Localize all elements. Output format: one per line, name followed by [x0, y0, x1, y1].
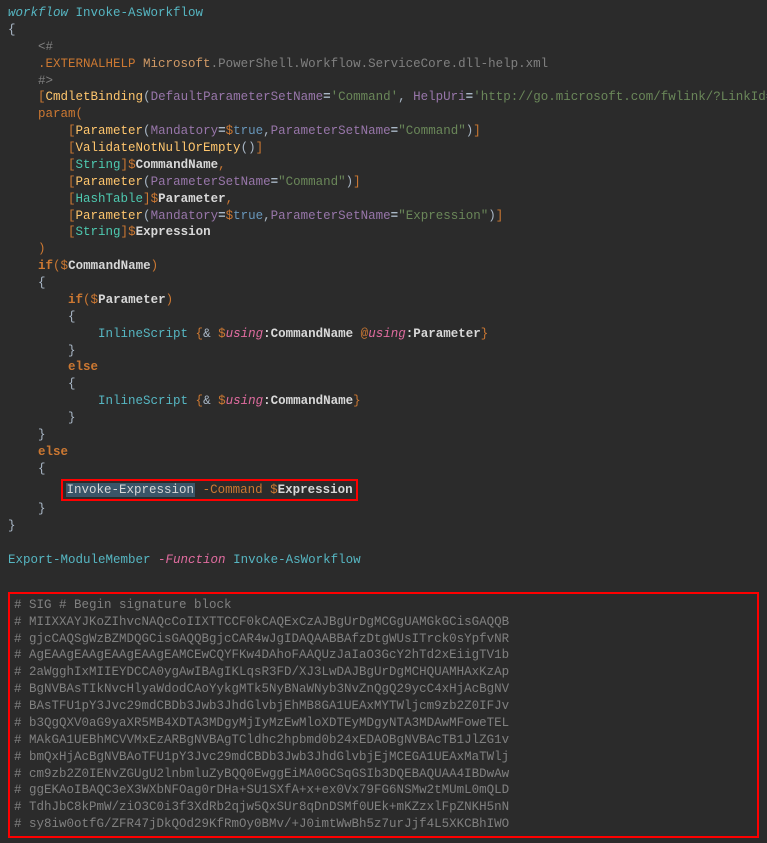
var3: [String]$Expression [8, 224, 759, 241]
comment-close: #> [8, 73, 759, 90]
sig-line: # cm9zb2Z0IENvZGUgU2lnbmluZyBQQ0EwggEiMA… [14, 766, 753, 783]
cmdletbinding-line: [CmdletBinding(DefaultParameterSetName='… [8, 89, 759, 106]
sig-line: # AgEAAgEAAgEAAgEAAgEAMCEwCQYFKw4DAhoFAA… [14, 647, 753, 664]
sig-line: # ggEKAoIBAQC3eX3WXbNFOag0rDHa+SU1SXfA+x… [14, 782, 753, 799]
export-line: Export-ModuleMember -Function Invoke-AsW… [8, 552, 759, 569]
if2: if($Parameter) [8, 292, 759, 309]
param-close: ) [8, 241, 759, 258]
else1: else [8, 359, 759, 376]
blank [8, 535, 759, 552]
sig-line: # MAkGA1UEBhMCVVMxEzARBgNVBAgTCldhc2hpbm… [14, 732, 753, 749]
brace: } [8, 410, 759, 427]
workflow-keyword: workflow [8, 6, 68, 20]
if1: if($CommandName) [8, 258, 759, 275]
sig-line: # MIIXXAYJKoZIhvcNAQcCoIIXTTCCF0kCAQExCz… [14, 614, 753, 631]
brace: } [8, 343, 759, 360]
brace: } [8, 427, 759, 444]
line-workflow-decl: workflow Invoke-AsWorkflow [8, 5, 759, 22]
brace: } [8, 501, 759, 518]
blank [8, 569, 759, 586]
sig-line: # BAsTFU1pY3Jvc29mdCBDb3Jwb3JhdGlvbjEhMB… [14, 698, 753, 715]
sig-line: # sy8iw0otfG/ZFR47jDkQOd29KfRmOy0BMv/+J0… [14, 816, 753, 833]
sig-line: # SIG # Begin signature block [14, 597, 753, 614]
var2: [HashTable]$Parameter, [8, 191, 759, 208]
comment-external: .EXTERNALHELP Microsoft.PowerShell.Workf… [8, 56, 759, 73]
brace-open: { [8, 22, 759, 39]
inline2: InlineScript {& $using:CommandName} [8, 393, 759, 410]
var1: [String]$CommandName, [8, 157, 759, 174]
brace-close: } [8, 518, 759, 535]
invoke-line: Invoke-Expression -Command $Expression [8, 478, 759, 502]
sig-line: # BgNVBAsTIkNvcHlyaWdodCAoYykgMTk5NyBNaW… [14, 681, 753, 698]
workflow-name: Invoke-AsWorkflow [76, 6, 204, 20]
inline1: InlineScript {& $using:CommandName @usin… [8, 326, 759, 343]
brace: { [8, 275, 759, 292]
brace: { [8, 461, 759, 478]
comment-open: <# [8, 39, 759, 56]
sig-line: # gjcCAQSgWzBZMDQGCisGAQQBgjcCAR4wJgIDAQ… [14, 631, 753, 648]
param-kw: param( [8, 106, 759, 123]
sig-line: # TdhJbC8kPmW/ziO3C0i3f3XdRb2qjw5QxSUr8q… [14, 799, 753, 816]
code-editor: workflow Invoke-AsWorkflow { <# .EXTERNA… [8, 5, 759, 838]
param1: [Parameter(Mandatory=$true,ParameterSetN… [8, 123, 759, 140]
param2: [Parameter(ParameterSetName="Command")] [8, 174, 759, 191]
highlight-signature: # SIG # Begin signature block # MIIXXAYJ… [8, 592, 759, 838]
else2: else [8, 444, 759, 461]
sig-line: # 2aWgghIxMIIEYDCCA0ygAwIBAgIKLqsR3FD/XJ… [14, 664, 753, 681]
validate: [ValidateNotNullOrEmpty()] [8, 140, 759, 157]
highlight-invoke: Invoke-Expression -Command $Expression [61, 479, 358, 502]
brace: { [8, 309, 759, 326]
sig-line: # b3QgQXV0aG9yaXR5MB4XDTA3MDgyMjIyMzEwMl… [14, 715, 753, 732]
param3: [Parameter(Mandatory=$true,ParameterSetN… [8, 208, 759, 225]
brace: { [8, 376, 759, 393]
sig-line: # bmQxHjAcBgNVBAoTFU1pY3Jvc29mdCBDb3Jwb3… [14, 749, 753, 766]
